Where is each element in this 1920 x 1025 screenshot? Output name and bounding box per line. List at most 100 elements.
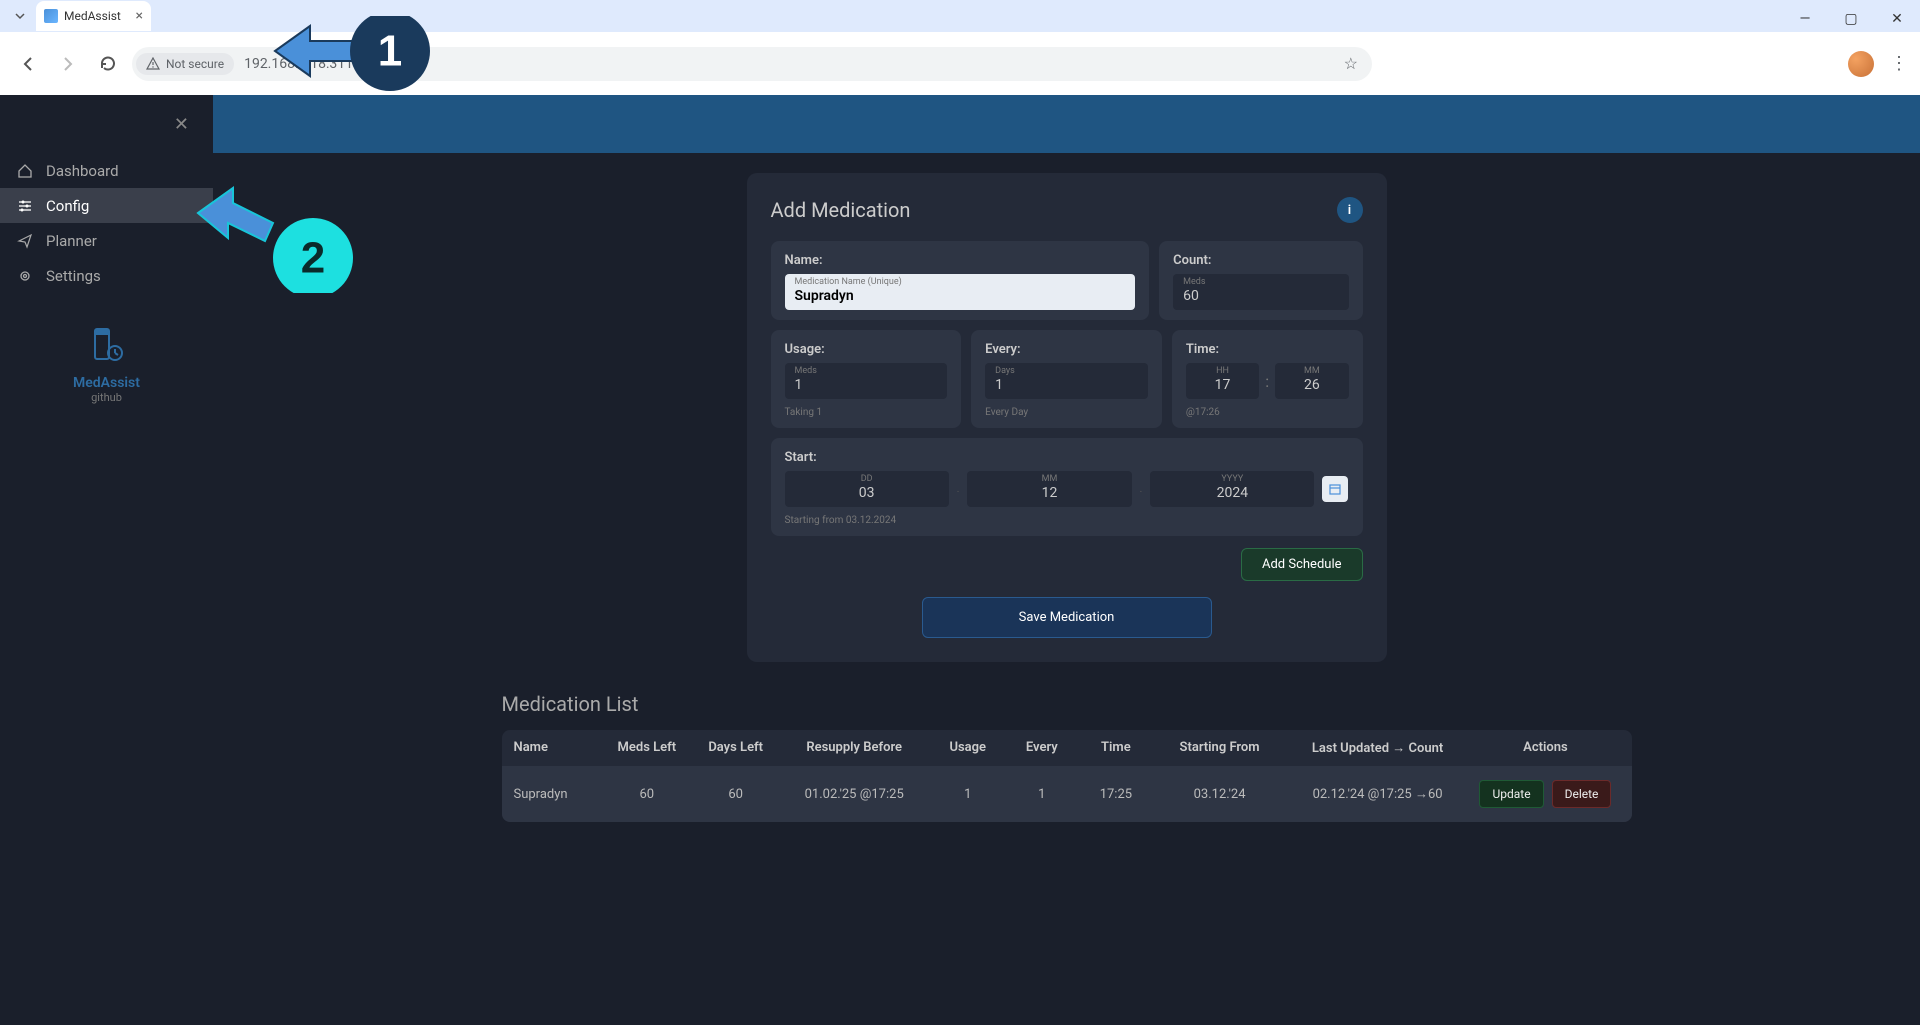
- td-days-left: 60: [691, 787, 780, 802]
- start-hint: Starting from 03.12.2024: [785, 515, 1349, 526]
- browser-toolbar: Not secure 192.168.1.18:3119 ☆ ⋮: [0, 32, 1920, 95]
- td-name: Supradyn: [514, 787, 603, 802]
- name-placeholder-label: Medication Name (Unique): [795, 277, 902, 287]
- table-row: Supradyn 60 60 01.02.'25 @17:25 1 1 17:2…: [502, 766, 1632, 822]
- window-close-icon[interactable]: ✕: [1882, 4, 1912, 34]
- date-separator: .: [957, 484, 960, 495]
- brand-sub: github: [0, 391, 213, 404]
- address-bar[interactable]: Not secure 192.168.1.18:3119 ☆: [132, 47, 1372, 81]
- th-meds-left: Meds Left: [602, 740, 691, 756]
- time-box: Time: HH : MM @17:26: [1172, 330, 1363, 428]
- window-maximize-icon[interactable]: ▢: [1836, 4, 1866, 34]
- every-sublabel: Days: [995, 366, 1015, 376]
- sidebar-item-dashboard[interactable]: Dashboard: [0, 153, 213, 188]
- usage-sublabel: Meds: [795, 366, 817, 376]
- sidebar-item-label: Config: [46, 197, 89, 215]
- tab-title: MedAssist: [64, 9, 121, 23]
- gear-icon: [16, 267, 34, 285]
- count-sublabel: Meds: [1183, 277, 1205, 287]
- add-schedule-button[interactable]: Add Schedule: [1241, 548, 1363, 581]
- medication-list-section: Medication List Name Meds Left Days Left…: [502, 692, 1632, 822]
- tab-search-chevron-icon[interactable]: [8, 4, 32, 28]
- window-controls: — ▢ ✕: [1790, 4, 1912, 34]
- count-label: Count:: [1173, 253, 1348, 268]
- nav-reload-icon[interactable]: [92, 48, 124, 80]
- nav-back-icon[interactable]: [12, 48, 44, 80]
- th-days-left: Days Left: [691, 740, 780, 756]
- url-text: 192.168.1.18:3119: [234, 56, 361, 72]
- td-resupply: 01.02.'25 @17:25: [780, 787, 928, 802]
- panel-header: Add Medication i: [771, 197, 1363, 223]
- browser-menu-icon[interactable]: ⋮: [1890, 53, 1908, 74]
- app: ✕ Dashboard Config Planner Settings: [0, 95, 1920, 1025]
- td-starting: 03.12.'24: [1155, 787, 1283, 802]
- content: Add Medication i Name: Medication Name (…: [213, 153, 1920, 842]
- window-minimize-icon[interactable]: —: [1790, 4, 1820, 34]
- every-label: Every:: [985, 342, 1148, 357]
- th-usage: Usage: [928, 740, 1007, 756]
- home-icon: [16, 162, 34, 180]
- sidebar-close-icon[interactable]: ✕: [174, 114, 189, 135]
- th-time: Time: [1076, 740, 1155, 756]
- th-every: Every: [1007, 740, 1076, 756]
- sidebar-item-settings[interactable]: Settings: [0, 258, 213, 293]
- td-updated: 02.12.'24 @17:25 →60: [1284, 786, 1472, 802]
- main: Add Medication i Name: Medication Name (…: [213, 95, 1920, 1025]
- medication-table: Name Meds Left Days Left Resupply Before…: [502, 730, 1632, 822]
- toolbar-right: ⋮: [1848, 51, 1908, 77]
- every-box: Every: Days Every Day: [971, 330, 1162, 428]
- paper-plane-icon: [16, 232, 34, 250]
- date-separator: .: [1140, 484, 1143, 495]
- sidebar-top: ✕: [0, 95, 213, 153]
- time-label: Time:: [1186, 342, 1349, 357]
- count-box: Count: Meds: [1159, 241, 1362, 320]
- info-button[interactable]: i: [1337, 197, 1363, 223]
- th-name: Name: [514, 740, 603, 756]
- th-resupply: Resupply Before: [780, 740, 928, 756]
- time-separator: :: [1265, 372, 1269, 391]
- save-medication-button[interactable]: Save Medication: [922, 597, 1212, 638]
- sidebar-item-planner[interactable]: Planner: [0, 223, 213, 258]
- tab-close-icon[interactable]: ×: [136, 8, 143, 24]
- td-every: 1: [1007, 787, 1076, 802]
- start-box: Start: DD . MM .: [771, 438, 1363, 536]
- profile-avatar-icon[interactable]: [1848, 51, 1874, 77]
- th-starting: Starting From: [1155, 740, 1283, 756]
- name-label: Name:: [785, 253, 1136, 268]
- nav-forward-icon[interactable]: [52, 48, 84, 80]
- security-label: Not secure: [166, 57, 224, 71]
- delete-button[interactable]: Delete: [1552, 780, 1612, 808]
- sidebar-item-label: Planner: [46, 232, 97, 250]
- time-hh-sublabel: HH: [1216, 366, 1229, 376]
- start-label: Start:: [785, 450, 1349, 465]
- td-actions: Update Delete: [1471, 780, 1619, 808]
- add-medication-panel: Add Medication i Name: Medication Name (…: [747, 173, 1387, 662]
- panel-title: Add Medication: [771, 198, 911, 222]
- usage-box: Usage: Meds Taking 1: [771, 330, 962, 428]
- time-mm-sublabel: MM: [1304, 366, 1320, 376]
- brand: MedAssist github: [0, 323, 213, 404]
- td-meds-left: 60: [602, 787, 691, 802]
- sidebar-item-label: Dashboard: [46, 162, 119, 180]
- security-chip[interactable]: Not secure: [136, 53, 234, 75]
- tab-favicon-icon: [44, 9, 58, 23]
- sliders-icon: [16, 197, 34, 215]
- update-button[interactable]: Update: [1479, 780, 1543, 808]
- td-time: 17:25: [1076, 787, 1155, 802]
- browser-tab[interactable]: MedAssist ×: [36, 1, 151, 31]
- brand-name: MedAssist: [0, 375, 213, 391]
- th-updated: Last Updated → Count: [1284, 740, 1472, 756]
- every-hint: Every Day: [985, 407, 1148, 418]
- browser-chrome: MedAssist × — ▢ ✕ Not secure 192.168.1.1…: [0, 0, 1920, 95]
- warning-icon: [146, 57, 160, 71]
- start-mm-sublabel: MM: [1042, 474, 1058, 484]
- usage-label: Usage:: [785, 342, 948, 357]
- calendar-button[interactable]: [1322, 476, 1348, 502]
- table-header: Name Meds Left Days Left Resupply Before…: [502, 730, 1632, 766]
- sidebar-item-config[interactable]: Config: [0, 188, 213, 223]
- brand-logo-icon: [0, 323, 213, 367]
- topbar: [213, 95, 1920, 153]
- time-hint: @17:26: [1186, 407, 1349, 418]
- th-actions: Actions: [1471, 740, 1619, 756]
- bookmark-star-icon[interactable]: ☆: [1344, 54, 1368, 73]
